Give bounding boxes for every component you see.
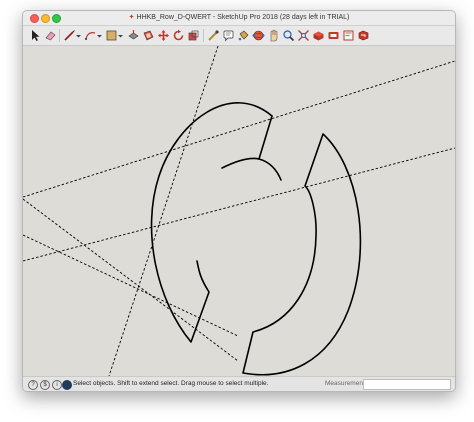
select-tool-icon[interactable] bbox=[29, 29, 42, 42]
pan-tool-icon[interactable] bbox=[267, 29, 280, 42]
text-tool-icon[interactable] bbox=[222, 29, 235, 42]
push-pull-tool-icon[interactable] bbox=[127, 29, 140, 42]
sketchup-window: ✦ HHKB_Row_D-QWERT - SketchUp Pro 2018 (2… bbox=[22, 10, 456, 392]
window-title-wrapper: ✦ HHKB_Row_D-QWERT - SketchUp Pro 2018 (2… bbox=[23, 13, 455, 21]
zoom-tool-icon[interactable] bbox=[282, 29, 295, 42]
status-bar: ? $ i Select objects. Shift to extend se… bbox=[23, 376, 455, 391]
guide-line bbox=[108, 46, 219, 376]
measurements-input[interactable] bbox=[363, 379, 451, 390]
move-tool-icon[interactable] bbox=[157, 29, 170, 42]
eraser-tool-icon[interactable] bbox=[44, 29, 57, 42]
geo-location-icon[interactable]: ? bbox=[28, 380, 38, 390]
arc-dropdown-chevron-icon[interactable] bbox=[96, 29, 103, 42]
guide-line bbox=[23, 198, 239, 362]
toolbar-separator bbox=[203, 29, 204, 42]
left-key-outline bbox=[150, 102, 273, 343]
model-viewport-svg[interactable] bbox=[23, 46, 455, 376]
layout-icon[interactable] bbox=[342, 29, 355, 42]
offset-tool-icon[interactable] bbox=[142, 29, 155, 42]
3d-warehouse-icon[interactable] bbox=[312, 29, 325, 42]
guide-line bbox=[23, 60, 455, 198]
tape-measure-tool-icon[interactable] bbox=[207, 29, 220, 42]
sketchup-file-icon: ✦ bbox=[128, 14, 135, 21]
instructor-icon[interactable] bbox=[62, 380, 72, 390]
extension-warehouse-icon[interactable] bbox=[327, 29, 340, 42]
credits-icon[interactable]: $ bbox=[40, 380, 50, 390]
zoom-extents-tool-icon[interactable] bbox=[297, 29, 310, 42]
main-toolbar bbox=[23, 26, 455, 46]
measurements-label: Measurements bbox=[325, 380, 368, 387]
orbit-tool-icon[interactable] bbox=[252, 29, 265, 42]
guide-line bbox=[23, 147, 455, 262]
shape-dropdown-chevron-icon[interactable] bbox=[117, 29, 124, 42]
title-bar[interactable]: ✦ HHKB_Row_D-QWERT - SketchUp Pro 2018 (2… bbox=[23, 11, 455, 26]
extension-manager-icon[interactable] bbox=[357, 29, 370, 42]
line-dropdown-chevron-icon[interactable] bbox=[75, 29, 82, 42]
status-hint-text: Select objects. Shift to extend select. … bbox=[73, 380, 269, 387]
scale-tool-icon[interactable] bbox=[187, 29, 200, 42]
drawing-canvas[interactable] bbox=[23, 46, 455, 376]
rotate-tool-icon[interactable] bbox=[172, 29, 185, 42]
right-key-outline bbox=[242, 133, 362, 376]
inner-arc-left-top-cap bbox=[258, 158, 282, 181]
toolbar-separator bbox=[59, 29, 60, 42]
paint-bucket-tool-icon[interactable] bbox=[237, 29, 250, 42]
user-info-icon[interactable]: i bbox=[52, 380, 62, 390]
window-title: HHKB_Row_D-QWERT - SketchUp Pro 2018 (28… bbox=[136, 14, 350, 21]
